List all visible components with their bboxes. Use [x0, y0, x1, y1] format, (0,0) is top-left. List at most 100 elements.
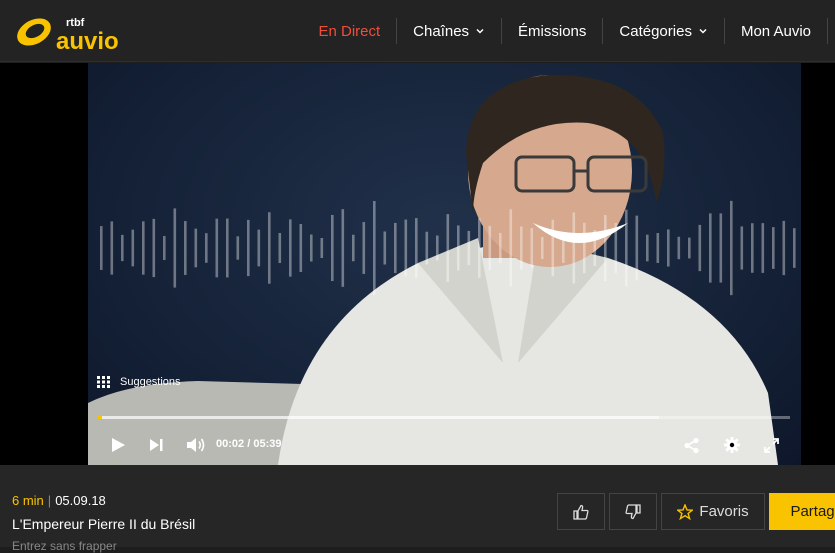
waveform-bar — [751, 223, 754, 273]
waveform-bar — [258, 230, 261, 267]
waveform-bar — [300, 224, 303, 272]
fullscreen-button[interactable] — [764, 435, 779, 455]
dislike-button[interactable] — [609, 493, 657, 530]
waveform-bar — [142, 221, 145, 274]
waveform-bar — [111, 221, 114, 274]
waveform-bar — [604, 215, 607, 281]
suggestions-label: Suggestions — [120, 376, 181, 388]
waveform-bar — [541, 237, 544, 259]
progress-played — [98, 416, 102, 419]
share-button[interactable]: Partager — [769, 493, 835, 530]
next-button[interactable] — [149, 435, 164, 455]
waveform-bar — [279, 233, 282, 263]
waveform-bar — [394, 223, 397, 273]
nav-item-chaines[interactable]: Chaînes — [396, 18, 501, 44]
waveform-bar — [583, 223, 586, 273]
progress-buffered — [98, 416, 659, 419]
waveform-bar — [289, 219, 292, 276]
waveform-bar — [573, 212, 576, 283]
waveform-bar — [226, 219, 229, 278]
suggestions-button[interactable]: Suggestions — [97, 376, 181, 388]
play-icon — [110, 437, 126, 453]
nav-item-label: En Direct — [318, 23, 380, 40]
waveform-bar — [699, 225, 702, 271]
settings-button[interactable] — [723, 435, 741, 455]
waveform-bar — [783, 221, 786, 275]
program-name[interactable]: Entrez sans frapper — [12, 539, 117, 553]
waveform-bar — [520, 226, 523, 269]
nav-item-en-direct[interactable]: En Direct — [302, 18, 396, 44]
waveform-bar — [552, 220, 555, 277]
audio-player[interactable]: Suggestions 00:02 / 05:39 — [0, 63, 835, 465]
waveform-bar — [163, 236, 166, 260]
share-icon — [683, 437, 700, 454]
top-header: rtbf auvio En Direct Chaînes Émissions C… — [0, 0, 835, 62]
waveform-bar — [384, 231, 387, 264]
waveform-bar — [184, 221, 187, 275]
waveform-bar — [615, 223, 618, 273]
waveform-bar — [153, 219, 156, 277]
waveform-bar — [625, 210, 628, 287]
nav-item-label: Émissions — [518, 23, 586, 40]
meta-separator: | — [48, 493, 51, 508]
thumbs-up-icon — [573, 504, 589, 520]
waveform-bar — [709, 213, 712, 282]
episode-meta: 6 min|05.09.18 — [12, 493, 106, 508]
like-button[interactable] — [557, 493, 605, 530]
waveform-bar — [310, 234, 313, 261]
episode-title: L'Empereur Pierre II du Brésil — [12, 516, 195, 532]
nav-item-label: Mon Auvio — [741, 23, 811, 40]
grid-icon — [97, 376, 110, 388]
progress-bar[interactable] — [98, 416, 790, 419]
waveform-bar — [436, 236, 439, 261]
nav-item-label: Chaînes — [413, 23, 469, 40]
nav-item-label: Catégories — [619, 23, 692, 40]
waveform-bar — [321, 238, 324, 258]
nav-divider — [827, 18, 835, 44]
waveform-bar — [531, 228, 534, 268]
waveform-bar — [762, 223, 765, 273]
waveform-bar — [678, 237, 681, 259]
nav-item-mon-auvio[interactable]: Mon Auvio — [724, 18, 827, 44]
waveform-bar — [478, 218, 481, 278]
nav-item-categories[interactable]: Catégories — [602, 18, 724, 44]
waveform-bar — [405, 220, 408, 277]
fullscreen-icon — [764, 438, 779, 453]
waveform-bar — [457, 225, 460, 270]
duration: 05:39 — [253, 438, 281, 450]
chevron-down-icon — [698, 26, 708, 36]
thumbs-down-icon — [625, 504, 641, 520]
waveform-bar — [195, 229, 198, 268]
play-button[interactable] — [110, 435, 126, 455]
waveform-bar — [793, 228, 796, 268]
waveform-bar — [772, 227, 775, 269]
waveform-bar — [447, 214, 450, 282]
waveform-bar — [331, 215, 334, 281]
waveform-bar — [667, 229, 670, 266]
waveform-bar — [646, 235, 649, 262]
share-player-button[interactable] — [683, 435, 700, 455]
waveform-bar — [688, 238, 691, 259]
waveform-bar — [594, 230, 597, 266]
time-separator: / — [247, 438, 250, 450]
nav-item-emissions[interactable]: Émissions — [501, 18, 602, 44]
rtbf-auvio-logo[interactable]: rtbf auvio — [10, 10, 145, 54]
waveform-bar — [415, 218, 418, 278]
waveform-bar — [247, 220, 250, 276]
main-nav: En Direct Chaînes Émissions Catégories M… — [302, 0, 835, 62]
favorite-label: Favoris — [699, 503, 748, 520]
volume-icon — [186, 437, 206, 453]
chevron-down-icon — [475, 26, 485, 36]
volume-button[interactable] — [186, 435, 206, 455]
waveform-bar — [100, 226, 103, 270]
waveform-bar — [363, 222, 366, 274]
episode-info: 6 min|05.09.18 L'Empereur Pierre II du B… — [0, 465, 835, 547]
favorite-button[interactable]: Favoris — [661, 493, 765, 530]
gear-icon — [723, 436, 741, 454]
waveform-bar — [132, 230, 135, 267]
waveform-bar — [352, 235, 355, 261]
waveform-bar — [730, 201, 733, 295]
waveform-bar — [174, 208, 177, 287]
waveform-bar — [510, 209, 513, 286]
waveform-bar — [468, 231, 471, 265]
